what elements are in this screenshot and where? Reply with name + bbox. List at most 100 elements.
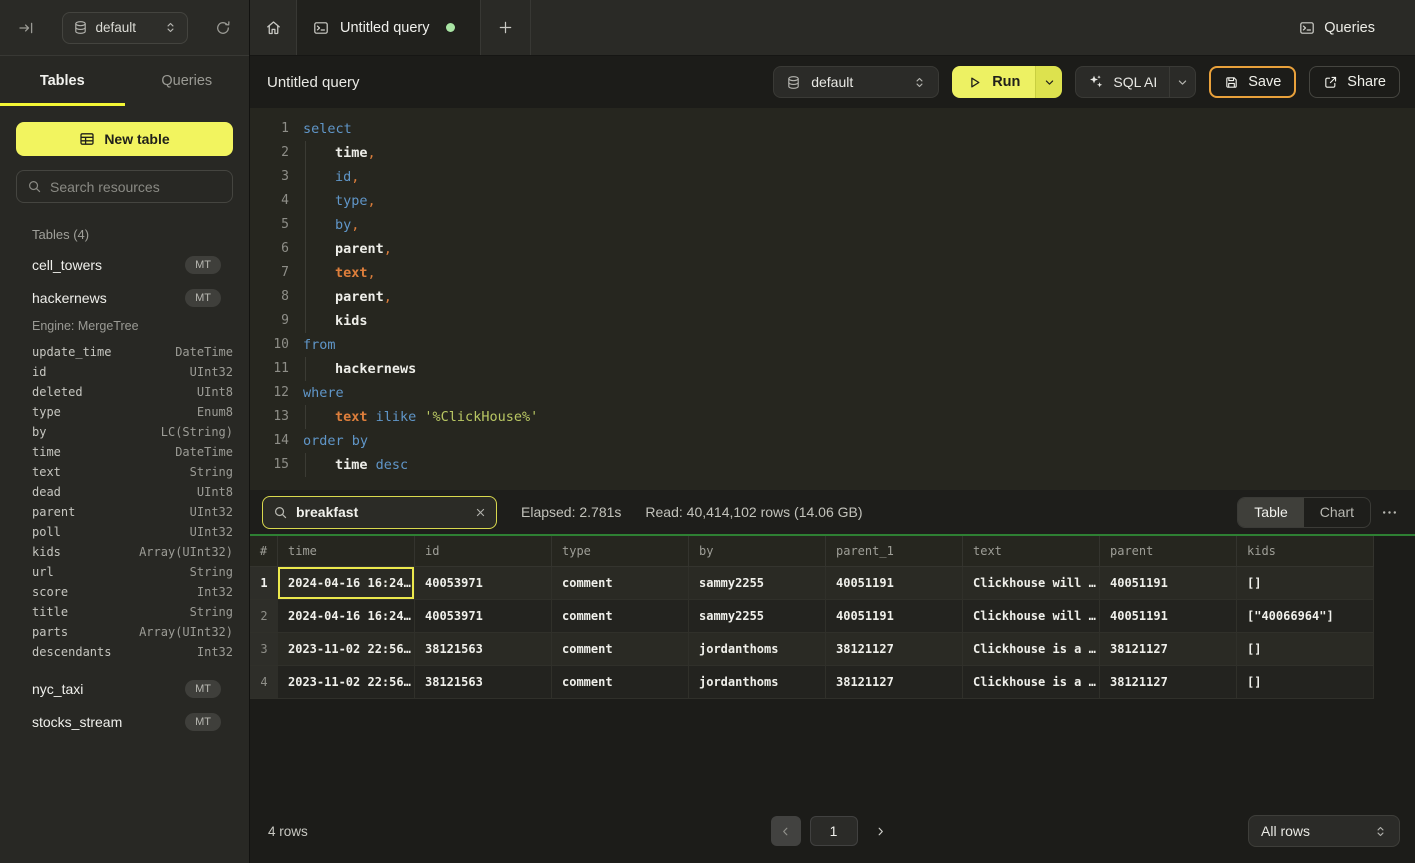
table-cell[interactable]: 40051191 — [1100, 567, 1237, 600]
page-number-input[interactable]: 1 — [810, 816, 858, 846]
sidebar-table-item[interactable]: hackernewsMT — [16, 281, 233, 314]
table-cell[interactable]: 2024-04-16 16:24… — [278, 567, 415, 600]
table-column-row[interactable]: update_timeDateTime — [16, 342, 233, 362]
table-cell[interactable]: jordanthoms — [689, 666, 826, 699]
table-column-row[interactable]: typeEnum8 — [16, 402, 233, 422]
column-header[interactable]: time — [278, 536, 415, 567]
table-column-row[interactable]: parentUInt32 — [16, 502, 233, 522]
tab-tables[interactable]: Tables — [0, 56, 125, 106]
table-cell[interactable]: 40051191 — [1100, 600, 1237, 633]
home-tab[interactable] — [250, 0, 297, 55]
run-options-button[interactable] — [1035, 66, 1062, 98]
clear-search-button[interactable] — [475, 507, 486, 518]
refresh-button[interactable] — [215, 20, 231, 36]
table-cell[interactable]: 40051191 — [826, 600, 963, 633]
table-column-row[interactable]: pollUInt32 — [16, 522, 233, 542]
column-type: DateTime — [175, 445, 233, 459]
table-cell[interactable]: [] — [1237, 666, 1374, 699]
column-header[interactable]: parent_1 — [826, 536, 963, 567]
save-button[interactable]: Save — [1209, 66, 1296, 98]
sql-ai-button[interactable]: SQL AI — [1075, 66, 1196, 98]
table-column-row[interactable]: kidsArray(UInt32) — [16, 542, 233, 562]
table-column-row[interactable]: byLC(String) — [16, 422, 233, 442]
share-button-label: Share — [1347, 74, 1386, 90]
table-column-row[interactable]: partsArray(UInt32) — [16, 622, 233, 642]
view-toggle-table[interactable]: Table — [1238, 498, 1303, 527]
database-selector[interactable]: default — [773, 66, 939, 98]
sidebar-table-item[interactable]: stocks_streamMT — [16, 705, 233, 738]
column-header[interactable]: text — [963, 536, 1100, 567]
sql-editor[interactable]: 1select2time,3id,4type,5by,6parent,7text… — [250, 108, 1415, 490]
table-cell[interactable]: comment — [552, 666, 689, 699]
table-cell[interactable]: [] — [1237, 567, 1374, 600]
table-cell[interactable]: 38121127 — [1100, 666, 1237, 699]
sidebar-table-item[interactable]: cell_towersMT — [16, 248, 233, 281]
table-cell[interactable]: 38121127 — [826, 666, 963, 699]
code-text: time desc — [303, 453, 408, 477]
table-cell[interactable]: 40053971 — [415, 567, 552, 600]
table-cell[interactable]: 38121127 — [826, 633, 963, 666]
table-column-row[interactable]: scoreInt32 — [16, 582, 233, 602]
table-cell[interactable]: 38121563 — [415, 666, 552, 699]
table-cell[interactable]: jordanthoms — [689, 633, 826, 666]
sidebar-database-selector[interactable]: default — [62, 12, 188, 44]
table-column-row[interactable]: deletedUInt8 — [16, 382, 233, 402]
chevron-right-icon — [874, 825, 887, 838]
table-column-row[interactable]: textString — [16, 462, 233, 482]
table-cell[interactable]: 2024-04-16 16:24… — [278, 600, 415, 633]
table-cell[interactable]: 40051191 — [826, 567, 963, 600]
column-name: url — [32, 565, 54, 579]
new-query-tab-button[interactable] — [481, 0, 531, 55]
results-more-button[interactable] — [1381, 504, 1398, 521]
tab-untitled-query[interactable]: Untitled query — [297, 0, 481, 55]
queries-button[interactable]: Queries — [1299, 0, 1375, 55]
table-cell[interactable]: [] — [1237, 633, 1374, 666]
table-column-row[interactable]: titleString — [16, 602, 233, 622]
table-cell[interactable]: 2023-11-02 22:56… — [278, 633, 415, 666]
table-column-row[interactable]: idUInt32 — [16, 362, 233, 382]
results-toolbar: Elapsed: 2.781s Read: 40,414,102 rows (1… — [250, 490, 1415, 534]
table-column-row[interactable]: urlString — [16, 562, 233, 582]
new-table-button[interactable]: New table — [16, 122, 233, 156]
resource-search-input[interactable] — [50, 179, 222, 195]
column-header[interactable]: type — [552, 536, 689, 567]
table-cell[interactable]: Clickhouse will … — [963, 600, 1100, 633]
page-size-selector[interactable]: All rows — [1248, 815, 1400, 847]
column-header[interactable]: id — [415, 536, 552, 567]
table-cell[interactable]: ["40066964"] — [1237, 600, 1374, 633]
table-cell[interactable]: 38121563 — [415, 633, 552, 666]
table-engine-label: Engine: MergeTree — [16, 314, 233, 338]
results-search-input[interactable] — [296, 504, 467, 520]
table-column-row[interactable]: descendantsInt32 — [16, 642, 233, 662]
table-cell[interactable]: sammy2255 — [689, 567, 826, 600]
column-header[interactable]: parent — [1100, 536, 1237, 567]
next-page-button[interactable] — [867, 816, 895, 846]
table-column-row[interactable]: timeDateTime — [16, 442, 233, 462]
code-token: '%ClickHouse%' — [424, 409, 538, 425]
table-cell[interactable]: 38121127 — [1100, 633, 1237, 666]
sql-ai-main[interactable]: SQL AI — [1076, 67, 1169, 97]
run-button[interactable]: Run — [952, 66, 1035, 98]
tab-queries[interactable]: Queries — [125, 56, 250, 106]
table-cell[interactable]: comment — [552, 600, 689, 633]
column-header[interactable]: by — [689, 536, 826, 567]
sidebar-table-item[interactable]: nyc_taxiMT — [16, 672, 233, 705]
table-cell[interactable]: Clickhouse is a … — [963, 633, 1100, 666]
column-type: LC(String) — [161, 425, 233, 439]
table-cell[interactable]: Clickhouse is a … — [963, 666, 1100, 699]
table-cell[interactable]: 2023-11-02 22:56… — [278, 666, 415, 699]
table-cell[interactable]: Clickhouse will … — [963, 567, 1100, 600]
column-header[interactable]: # — [250, 536, 278, 567]
table-column-row[interactable]: deadUInt8 — [16, 482, 233, 502]
collapse-sidebar-button[interactable] — [18, 20, 34, 36]
table-cell[interactable]: comment — [552, 633, 689, 666]
table-cell[interactable]: comment — [552, 567, 689, 600]
table-cell[interactable]: sammy2255 — [689, 600, 826, 633]
previous-page-button[interactable] — [771, 816, 801, 846]
table-cell[interactable]: 40053971 — [415, 600, 552, 633]
column-header[interactable]: kids — [1237, 536, 1374, 567]
code-token: by — [335, 217, 351, 233]
share-button[interactable]: Share — [1309, 66, 1400, 98]
sql-ai-options-button[interactable] — [1169, 67, 1195, 97]
view-toggle-chart[interactable]: Chart — [1304, 498, 1370, 527]
